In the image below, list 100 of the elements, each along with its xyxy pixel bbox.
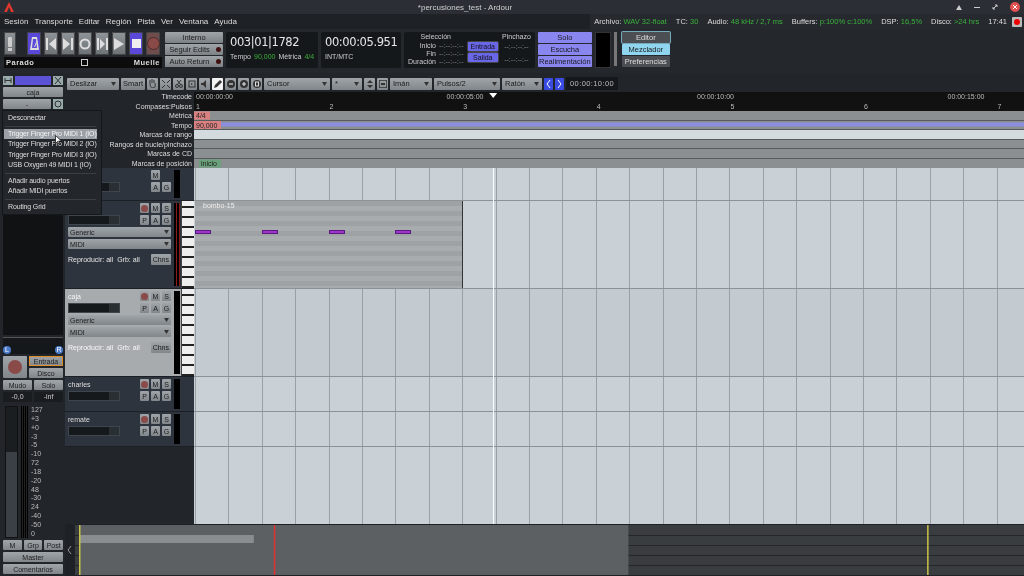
end-button[interactable]	[61, 32, 75, 55]
piano-keyboard[interactable]	[181, 289, 194, 376]
close-icon[interactable]	[1010, 2, 1020, 12]
menu-item[interactable]: Editar	[78, 17, 100, 26]
content-tool-button[interactable]	[186, 77, 197, 90]
caret-icon	[492, 81, 497, 86]
record-arm-button[interactable]	[140, 414, 149, 424]
menu-item[interactable]: Transporte	[34, 17, 73, 26]
midi-note[interactable]	[395, 230, 412, 234]
play-range-icon	[96, 37, 108, 50]
piano-keyboard[interactable]	[181, 201, 194, 288]
skip-start-icon	[46, 37, 56, 50]
caret-icon	[164, 330, 169, 334]
follow-checkbox[interactable]	[80, 59, 88, 66]
chevron-left-icon	[546, 79, 551, 88]
menu-item[interactable]: Sesión	[4, 17, 29, 26]
loop-button[interactable]	[78, 32, 92, 55]
pencil-icon	[213, 79, 222, 88]
maximize-icon[interactable]	[992, 4, 998, 10]
metronome-button[interactable]	[27, 32, 41, 55]
track-fader[interactable]	[68, 426, 120, 436]
slider-handle[interactable]	[613, 32, 617, 66]
audition-tool-button[interactable]	[199, 77, 210, 90]
range-tool-button[interactable]	[160, 77, 171, 90]
record-arm-button[interactable]	[140, 203, 149, 213]
metronome-icon	[29, 37, 39, 50]
caret-icon	[111, 81, 116, 86]
timecode-ruler[interactable]	[194, 92, 1024, 111]
chevron-right-icon	[557, 79, 562, 88]
grab-tool-button[interactable]	[147, 77, 158, 90]
play-icon	[114, 37, 124, 50]
zoom-fit-icon	[252, 79, 261, 88]
play-button[interactable]	[112, 32, 126, 55]
range-icon	[161, 79, 170, 88]
range-button[interactable]	[95, 32, 109, 55]
midi-note[interactable]	[261, 230, 278, 234]
content-icon	[187, 79, 196, 88]
speaker-icon	[200, 79, 209, 88]
zoom-out-button[interactable]	[225, 77, 236, 90]
record-icon	[8, 360, 22, 374]
caret-icon	[534, 81, 539, 86]
secondary-clock[interactable]: 00:00:05.951	[325, 35, 397, 49]
keep-above-icon[interactable]	[956, 4, 962, 10]
record-icon	[146, 37, 160, 50]
nudge-back-button[interactable]	[544, 77, 553, 90]
track-fader[interactable]	[68, 303, 120, 313]
record-icon	[141, 292, 148, 300]
caret-icon	[424, 81, 429, 86]
scissors-icon	[174, 79, 183, 88]
primary-clock[interactable]: 003|01|1782	[230, 35, 314, 49]
loop-icon	[79, 37, 91, 50]
record-icon	[141, 204, 148, 212]
draw-tool-button[interactable]	[212, 77, 223, 90]
hand-icon	[149, 79, 156, 88]
zoom-in-icon	[239, 79, 248, 88]
menu-item[interactable]: Región	[105, 17, 132, 26]
expand-icon	[365, 79, 374, 88]
stop-button[interactable]	[129, 32, 143, 55]
playhead-marker[interactable]	[489, 93, 498, 98]
menu-item[interactable]: Ayuda	[214, 17, 237, 26]
menu-item[interactable]: Pista	[137, 17, 155, 26]
track-meter	[174, 170, 180, 198]
fit-tracks-icon	[378, 79, 387, 88]
menu-item[interactable]: Ver	[160, 17, 173, 26]
routing-icon[interactable]	[3, 76, 13, 85]
midi-note[interactable]	[328, 230, 345, 234]
color-bar	[15, 76, 51, 85]
menu-item[interactable]: Ventana	[178, 17, 209, 26]
track-fader[interactable]	[68, 391, 120, 401]
caret-icon	[354, 81, 359, 86]
record-icon	[141, 415, 148, 423]
minimize-icon[interactable]	[974, 4, 980, 10]
record-arm-button[interactable]	[140, 379, 149, 389]
skip-end-icon	[63, 37, 73, 50]
zoom-session-button[interactable]	[251, 77, 262, 90]
track-height-button[interactable]	[364, 77, 375, 90]
track-meter	[174, 414, 180, 444]
summary-drawing[interactable]	[75, 525, 1024, 575]
nudge-forward-button[interactable]	[555, 77, 564, 90]
track-meter	[174, 379, 180, 409]
track-fader[interactable]	[68, 215, 120, 225]
caret-icon	[164, 242, 169, 246]
meter-display	[594, 32, 611, 68]
record-arm-button[interactable]	[140, 291, 149, 301]
input-icon[interactable]	[53, 99, 63, 109]
start-button[interactable]	[44, 32, 58, 55]
zoom-in-button[interactable]	[238, 77, 249, 90]
logo-icon	[4, 2, 14, 12]
record-button[interactable]	[3, 356, 27, 378]
record-icon	[141, 380, 148, 388]
cut-tool-button[interactable]	[173, 77, 184, 90]
exclamation-icon	[8, 36, 12, 51]
stop-icon	[131, 39, 141, 48]
visible-tracks-button[interactable]	[377, 77, 388, 90]
record-indicator-icon	[1012, 16, 1022, 27]
panic-button[interactable]	[4, 32, 16, 55]
caret-icon	[322, 81, 327, 86]
caret-icon	[164, 230, 169, 234]
caret-icon	[164, 318, 169, 322]
window-title: *percusiones_test - Ardour	[417, 2, 513, 12]
